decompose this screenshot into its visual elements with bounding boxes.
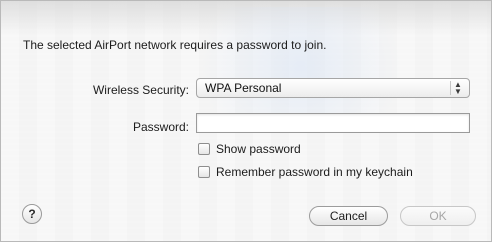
wireless-security-value: WPA Personal — [205, 81, 282, 95]
ok-button-label: OK — [429, 209, 447, 223]
help-button[interactable]: ? — [22, 204, 42, 224]
show-password-checkbox[interactable]: Show password — [198, 142, 301, 156]
ok-button[interactable]: OK — [400, 206, 476, 226]
up-down-chevron-icon: ▲ ▼ — [450, 81, 465, 96]
password-label: Password: — [132, 120, 189, 134]
cancel-button[interactable]: Cancel — [309, 206, 388, 226]
dialog-message: The selected AirPort network requires a … — [23, 38, 327, 52]
checkbox-box — [198, 166, 210, 178]
show-password-label: Show password — [216, 142, 301, 156]
background-glow — [171, 7, 431, 127]
wireless-security-select[interactable]: WPA Personal ▲ ▼ — [196, 78, 470, 98]
password-field[interactable] — [196, 113, 470, 133]
wireless-security-label: Wireless Security: — [92, 83, 189, 97]
remember-password-label: Remember password in my keychain — [216, 165, 413, 179]
question-mark-icon: ? — [28, 207, 36, 221]
remember-password-checkbox[interactable]: Remember password in my keychain — [198, 165, 413, 179]
join-network-dialog: The selected AirPort network requires a … — [0, 0, 492, 242]
top-rim — [1, 1, 491, 35]
cancel-button-label: Cancel — [329, 209, 368, 223]
checkbox-box — [198, 143, 210, 155]
